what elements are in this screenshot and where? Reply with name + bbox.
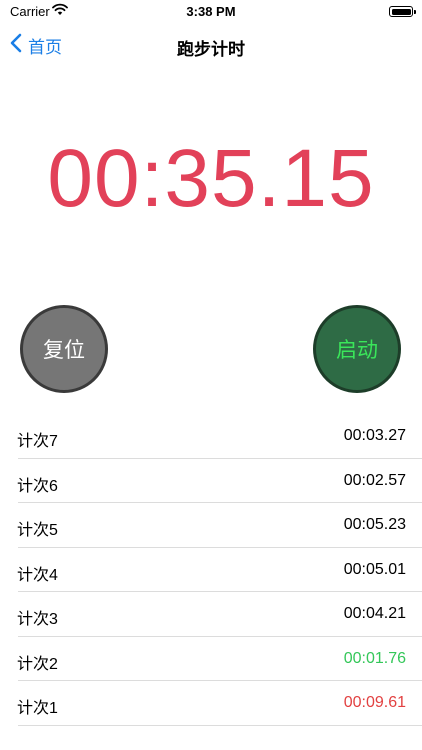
timer-display: 00:35.15: [47, 133, 375, 224]
lap-row: 计次7 00:03.27: [0, 414, 422, 459]
lap-time: 00:02.57: [343, 471, 406, 489]
lap-label: 计次6: [17, 477, 58, 495]
lap-time: 00:09.61: [343, 694, 406, 711]
status-bar: Carrier 3:38 PM: [0, 0, 422, 24]
lap-label: 计次4: [17, 566, 58, 584]
lap-label: 计次7: [17, 433, 58, 450]
lap-time: 00:05.23: [343, 516, 406, 533]
page-title: 跑步计时: [177, 40, 245, 59]
lap-row: 计次2 00:01.76: [0, 637, 422, 681]
navigation-bar: 首页 跑步计时: [0, 24, 422, 68]
start-button[interactable]: 启动: [313, 305, 401, 393]
start-button-label: 启动: [336, 339, 378, 362]
status-time: 3:38 PM: [186, 4, 236, 19]
lap-label: 计次5: [17, 522, 58, 539]
lap-time: 00:01.76: [343, 649, 406, 667]
lap-row: 计次1 00:09.61: [0, 681, 422, 726]
row-divider: [18, 724, 422, 726]
reset-button-label: 复位: [43, 339, 85, 362]
lap-row: 计次5 00:05.23: [0, 503, 422, 548]
battery-icon: [389, 6, 416, 17]
lap-time: 00:04.21: [343, 605, 406, 622]
reset-button[interactable]: 复位: [20, 305, 108, 393]
lap-time: 00:03.27: [343, 427, 406, 444]
lap-row: 计次6 00:02.57: [0, 459, 422, 503]
lap-label: 计次1: [17, 700, 58, 717]
lap-label: 计次3: [17, 611, 58, 628]
lap-list: 计次7 00:03.27 计次6 00:02.57 计次5 00:05.23 计…: [0, 414, 422, 726]
lap-row: 计次4 00:05.01: [0, 548, 422, 592]
lap-row: 计次3 00:04.21: [0, 592, 422, 637]
lap-label: 计次2: [17, 655, 58, 673]
lap-time: 00:05.01: [343, 560, 406, 578]
